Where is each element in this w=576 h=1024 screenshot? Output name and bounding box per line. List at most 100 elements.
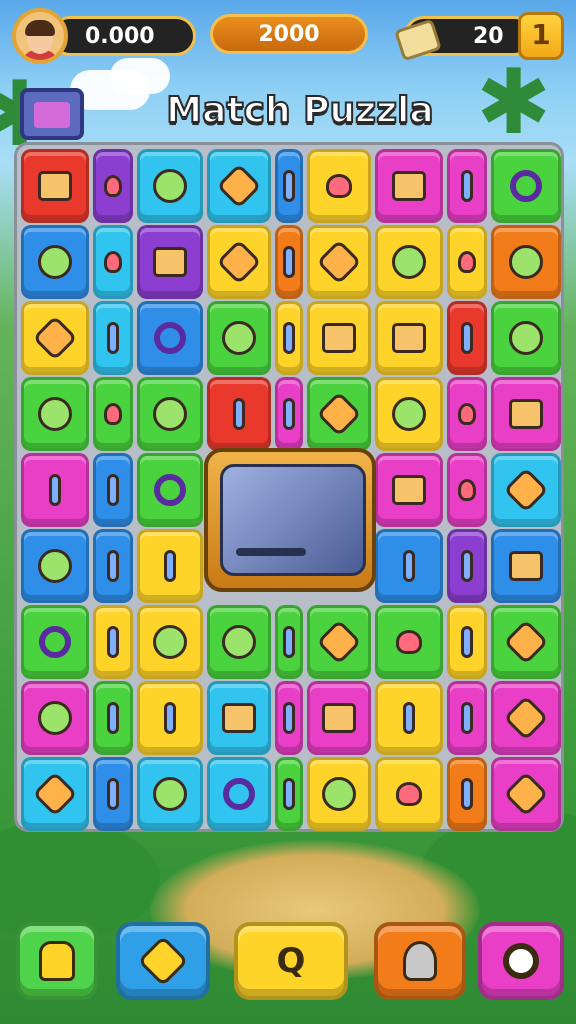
tv-special-tile[interactable] xyxy=(204,448,376,592)
board-tile[interactable] xyxy=(137,529,203,603)
board-tile[interactable] xyxy=(491,757,561,831)
figure-booster-button[interactable] xyxy=(374,922,466,1000)
pill-icon xyxy=(283,702,295,734)
board-tile[interactable] xyxy=(21,681,89,755)
board-tile[interactable] xyxy=(21,225,89,299)
board-tile[interactable] xyxy=(375,301,443,375)
board-tile[interactable] xyxy=(275,605,303,679)
star-icon xyxy=(503,467,549,513)
board-tile[interactable] xyxy=(93,377,133,451)
board-tile[interactable] xyxy=(137,149,203,223)
q-booster-button[interactable]: Q xyxy=(234,922,348,1000)
board-tile[interactable] xyxy=(491,377,561,451)
board-tile[interactable] xyxy=(491,681,561,755)
board-tile[interactable] xyxy=(307,225,371,299)
board-tile[interactable] xyxy=(491,453,561,527)
box-icon xyxy=(392,323,426,353)
pill-icon xyxy=(461,778,473,810)
score-counter: 0.000 xyxy=(50,16,196,56)
board-tile[interactable] xyxy=(21,377,89,451)
add-currency-button[interactable]: 1 xyxy=(518,12,564,60)
board-tile[interactable] xyxy=(375,757,443,831)
board-tile[interactable] xyxy=(21,529,89,603)
board-tile[interactable] xyxy=(93,757,133,831)
board-tile[interactable] xyxy=(307,757,371,831)
board-tile[interactable] xyxy=(137,225,203,299)
board-tile[interactable] xyxy=(137,377,203,451)
board-tile[interactable] xyxy=(491,529,561,603)
player-avatar[interactable] xyxy=(12,8,68,64)
board-tile[interactable] xyxy=(375,529,443,603)
board-tile[interactable] xyxy=(447,149,487,223)
board-tile[interactable] xyxy=(447,605,487,679)
board-tile[interactable] xyxy=(375,225,443,299)
board-tile[interactable] xyxy=(207,225,271,299)
figure-icon xyxy=(403,941,437,981)
board-tile[interactable] xyxy=(375,453,443,527)
ticket-icon xyxy=(392,10,442,62)
board-tile[interactable] xyxy=(307,605,371,679)
board-tile[interactable] xyxy=(375,605,443,679)
board-tile[interactable] xyxy=(447,453,487,527)
board-tile[interactable] xyxy=(375,681,443,755)
board-tile[interactable] xyxy=(275,681,303,755)
board-tile[interactable] xyxy=(275,377,303,451)
round-icon xyxy=(322,777,356,811)
board-tile[interactable] xyxy=(307,301,371,375)
board-tile[interactable] xyxy=(207,149,271,223)
board-tile[interactable] xyxy=(447,225,487,299)
star-icon xyxy=(216,163,262,209)
board-tile[interactable] xyxy=(93,605,133,679)
star-booster-button[interactable] xyxy=(116,922,210,1000)
board-tile[interactable] xyxy=(447,377,487,451)
board-tile[interactable] xyxy=(275,149,303,223)
board-tile[interactable] xyxy=(275,225,303,299)
board-tile[interactable] xyxy=(93,681,133,755)
board-tile[interactable] xyxy=(375,149,443,223)
board-tile[interactable] xyxy=(307,681,371,755)
board-tile[interactable] xyxy=(207,681,271,755)
board-tile[interactable] xyxy=(137,757,203,831)
creature-booster-button[interactable] xyxy=(16,922,98,1000)
magnifier-booster-button[interactable] xyxy=(478,922,564,1000)
board-tile[interactable] xyxy=(137,301,203,375)
board-tile[interactable] xyxy=(21,301,89,375)
round-icon xyxy=(153,397,187,431)
board-tile[interactable] xyxy=(93,529,133,603)
board-tile[interactable] xyxy=(275,757,303,831)
board-tile[interactable] xyxy=(21,149,89,223)
pill-icon xyxy=(107,322,119,354)
pill-icon xyxy=(283,778,295,810)
board-tile[interactable] xyxy=(491,301,561,375)
board-tile[interactable] xyxy=(137,605,203,679)
pill-icon xyxy=(403,550,415,582)
board-tile[interactable] xyxy=(207,377,271,451)
board-tile[interactable] xyxy=(307,149,371,223)
box-icon xyxy=(153,247,187,277)
board-tile[interactable] xyxy=(93,453,133,527)
board-tile[interactable] xyxy=(447,757,487,831)
board-tile[interactable] xyxy=(93,149,133,223)
pill-icon xyxy=(461,702,473,734)
board-tile[interactable] xyxy=(207,605,271,679)
board-tile[interactable] xyxy=(491,225,561,299)
board-tile[interactable] xyxy=(447,301,487,375)
board-tile[interactable] xyxy=(21,757,89,831)
board-tile[interactable] xyxy=(375,377,443,451)
board-tile[interactable] xyxy=(447,681,487,755)
board-tile[interactable] xyxy=(137,453,203,527)
heart-icon xyxy=(104,175,122,197)
board-tile[interactable] xyxy=(307,377,371,451)
board-tile[interactable] xyxy=(275,301,303,375)
board-tile[interactable] xyxy=(207,301,271,375)
board-tile[interactable] xyxy=(447,529,487,603)
ring-icon xyxy=(154,474,186,506)
board-tile[interactable] xyxy=(93,301,133,375)
board-tile[interactable] xyxy=(207,757,271,831)
board-tile[interactable] xyxy=(137,681,203,755)
board-tile[interactable] xyxy=(21,605,89,679)
board-tile[interactable] xyxy=(491,149,561,223)
board-tile[interactable] xyxy=(93,225,133,299)
board-tile[interactable] xyxy=(21,453,89,527)
board-tile[interactable] xyxy=(491,605,561,679)
